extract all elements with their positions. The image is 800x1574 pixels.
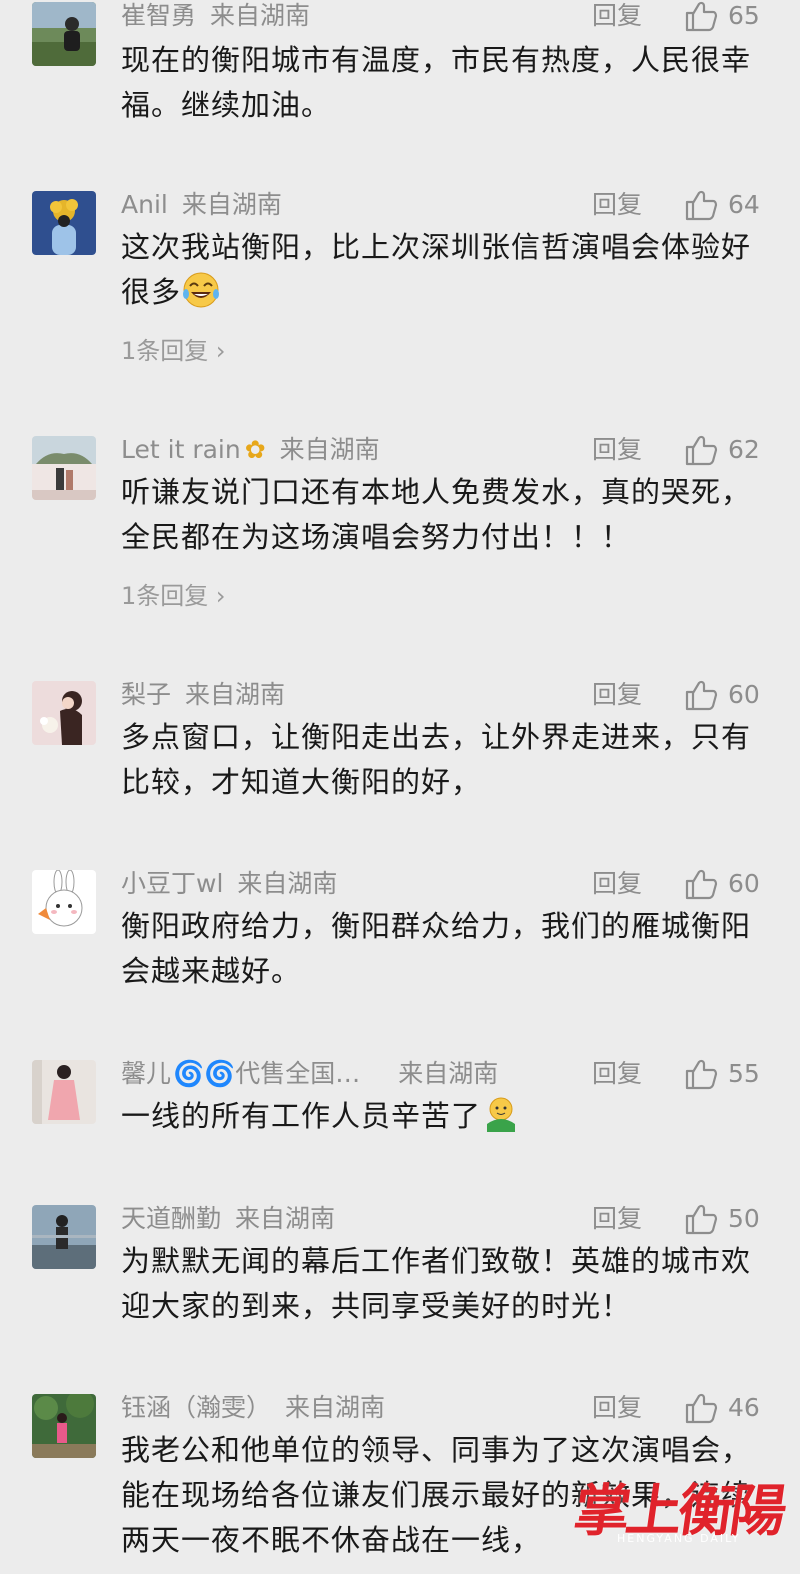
username-suffix[interactable]: 代售全国… <box>235 1059 360 1088</box>
thumbs-up-icon <box>685 190 718 221</box>
comment-meta: 小豆丁wl 来自湖南 <box>121 866 571 902</box>
like-count: 62 <box>728 435 760 464</box>
comment-meta: Anil 来自湖南 <box>121 187 571 223</box>
location-label: 来自湖南 <box>181 190 282 219</box>
comment-meta: 天道酬勤 来自湖南 <box>121 1201 571 1237</box>
spiral-emoji-icon: 🌀🌀 <box>173 1059 236 1088</box>
thumbs-up-icon <box>685 435 718 466</box>
like-count: 55 <box>728 1059 760 1088</box>
avatar[interactable] <box>32 191 96 255</box>
thumbs-up-icon <box>685 869 718 900</box>
hug-emoji-icon <box>487 1097 516 1132</box>
avatar[interactable] <box>32 1060 96 1124</box>
reply-button[interactable]: 回复 <box>592 677 642 713</box>
thumbs-up-icon <box>685 1393 718 1424</box>
comment-meta: 馨儿🌀🌀代售全国… 来自湖南 <box>121 1056 581 1092</box>
comment-list-page: 崔智勇 来自湖南 回复 65 现在的衡阳城市有温度，市民有热度，人民很幸福。继续加… <box>0 0 800 1574</box>
location-label: 来自湖南 <box>279 435 380 464</box>
sub-replies-label: 1条回复 <box>121 337 209 365</box>
comment-text: 这次我站衡阳，比上次深圳张信哲演唱会体验好很多 <box>121 225 761 315</box>
location-label: 来自湖南 <box>235 1204 336 1233</box>
avatar[interactable] <box>32 1205 96 1269</box>
location-label: 来自湖南 <box>185 680 286 709</box>
username[interactable]: 天道酬勤 <box>121 1204 221 1233</box>
avatar[interactable] <box>32 1394 96 1458</box>
location-label: 来自湖南 <box>237 869 338 898</box>
comment-meta: 梨子 来自湖南 <box>121 677 571 713</box>
like-count: 64 <box>728 190 760 219</box>
sub-replies-link[interactable]: 1条回复 › <box>121 333 226 369</box>
sunflower-emoji-icon: ✿ <box>244 435 266 464</box>
comment-text: 为默默无闻的幕后工作者们致敬！英雄的城市欢迎大家的到来，共同享受美好的时光！ <box>121 1244 752 1323</box>
avatar[interactable] <box>32 681 96 745</box>
comment-meta: Let it rain ✿ 来自湖南 <box>121 432 571 468</box>
avatar[interactable] <box>32 2 96 66</box>
like-count: 60 <box>728 680 760 709</box>
thumbs-up-icon <box>685 1 718 32</box>
like-count: 46 <box>728 1393 760 1422</box>
comment-meta: 钰涵（瀚雯） 来自湖南 <box>121 1390 571 1426</box>
comment-text: 多点窗口，让衡阳走出去，让外界走进来，只有比较，才知道大衡阳的好， <box>121 720 752 799</box>
username[interactable]: 钰涵（瀚雯） <box>121 1393 271 1422</box>
username[interactable]: Anil <box>121 190 168 219</box>
comment-text: 听谦友说门口还有本地人免费发水，真的哭死，全民都在为这场演唱会努力付出！！！ <box>121 475 752 554</box>
comment-text: 衡阳政府给力，衡阳群众给力，我们的雁城衡阳会越来越好。 <box>121 909 752 988</box>
like-count: 50 <box>728 1204 760 1233</box>
username[interactable]: 小豆丁wl <box>121 869 223 898</box>
watermark-logo: 掌上衡陽 HENGYANG DAILY <box>570 1466 787 1566</box>
username[interactable]: 梨子 <box>121 680 171 709</box>
reply-button[interactable]: 回复 <box>592 1201 642 1237</box>
like-count: 60 <box>728 869 760 898</box>
thumbs-up-icon <box>685 1059 718 1090</box>
laughing-tears-emoji-icon <box>183 272 220 308</box>
thumbs-up-icon <box>685 1204 718 1235</box>
reply-button[interactable]: 回复 <box>592 1390 642 1426</box>
reply-button[interactable]: 回复 <box>592 187 642 223</box>
avatar[interactable] <box>32 870 96 934</box>
sub-replies-link[interactable]: 1条回复 › <box>121 578 226 614</box>
username[interactable]: 崔智勇 <box>121 1 196 30</box>
comment-text: 一线的所有工作人员辛苦了 <box>121 1094 761 1139</box>
comment-text: 现在的衡阳城市有温度，市民有热度，人民很幸福。继续加油。 <box>121 43 752 122</box>
chevron-right-icon: › <box>208 582 226 610</box>
reply-button[interactable]: 回复 <box>592 1056 642 1092</box>
thumbs-up-icon <box>685 680 718 711</box>
comment-meta: 崔智勇 来自湖南 <box>121 0 571 34</box>
reply-button[interactable]: 回复 <box>592 432 642 468</box>
reply-button[interactable]: 回复 <box>592 866 642 902</box>
reply-button[interactable]: 回复 <box>592 0 642 34</box>
username[interactable]: 馨儿 <box>121 1059 171 1088</box>
username[interactable]: Let it rain <box>121 435 241 464</box>
watermark-subtitle: HENGYANG DAILY <box>617 1532 741 1545</box>
location-label: 来自湖南 <box>210 1 311 30</box>
like-count: 65 <box>728 1 760 30</box>
chevron-right-icon: › <box>208 337 226 365</box>
avatar[interactable] <box>32 436 96 500</box>
comment-text-content: 一线的所有工作人员辛苦了 <box>121 1099 482 1133</box>
location-label: 来自湖南 <box>285 1393 386 1422</box>
location-label: 来自湖南 <box>398 1059 499 1088</box>
sub-replies-label: 1条回复 <box>121 582 209 610</box>
